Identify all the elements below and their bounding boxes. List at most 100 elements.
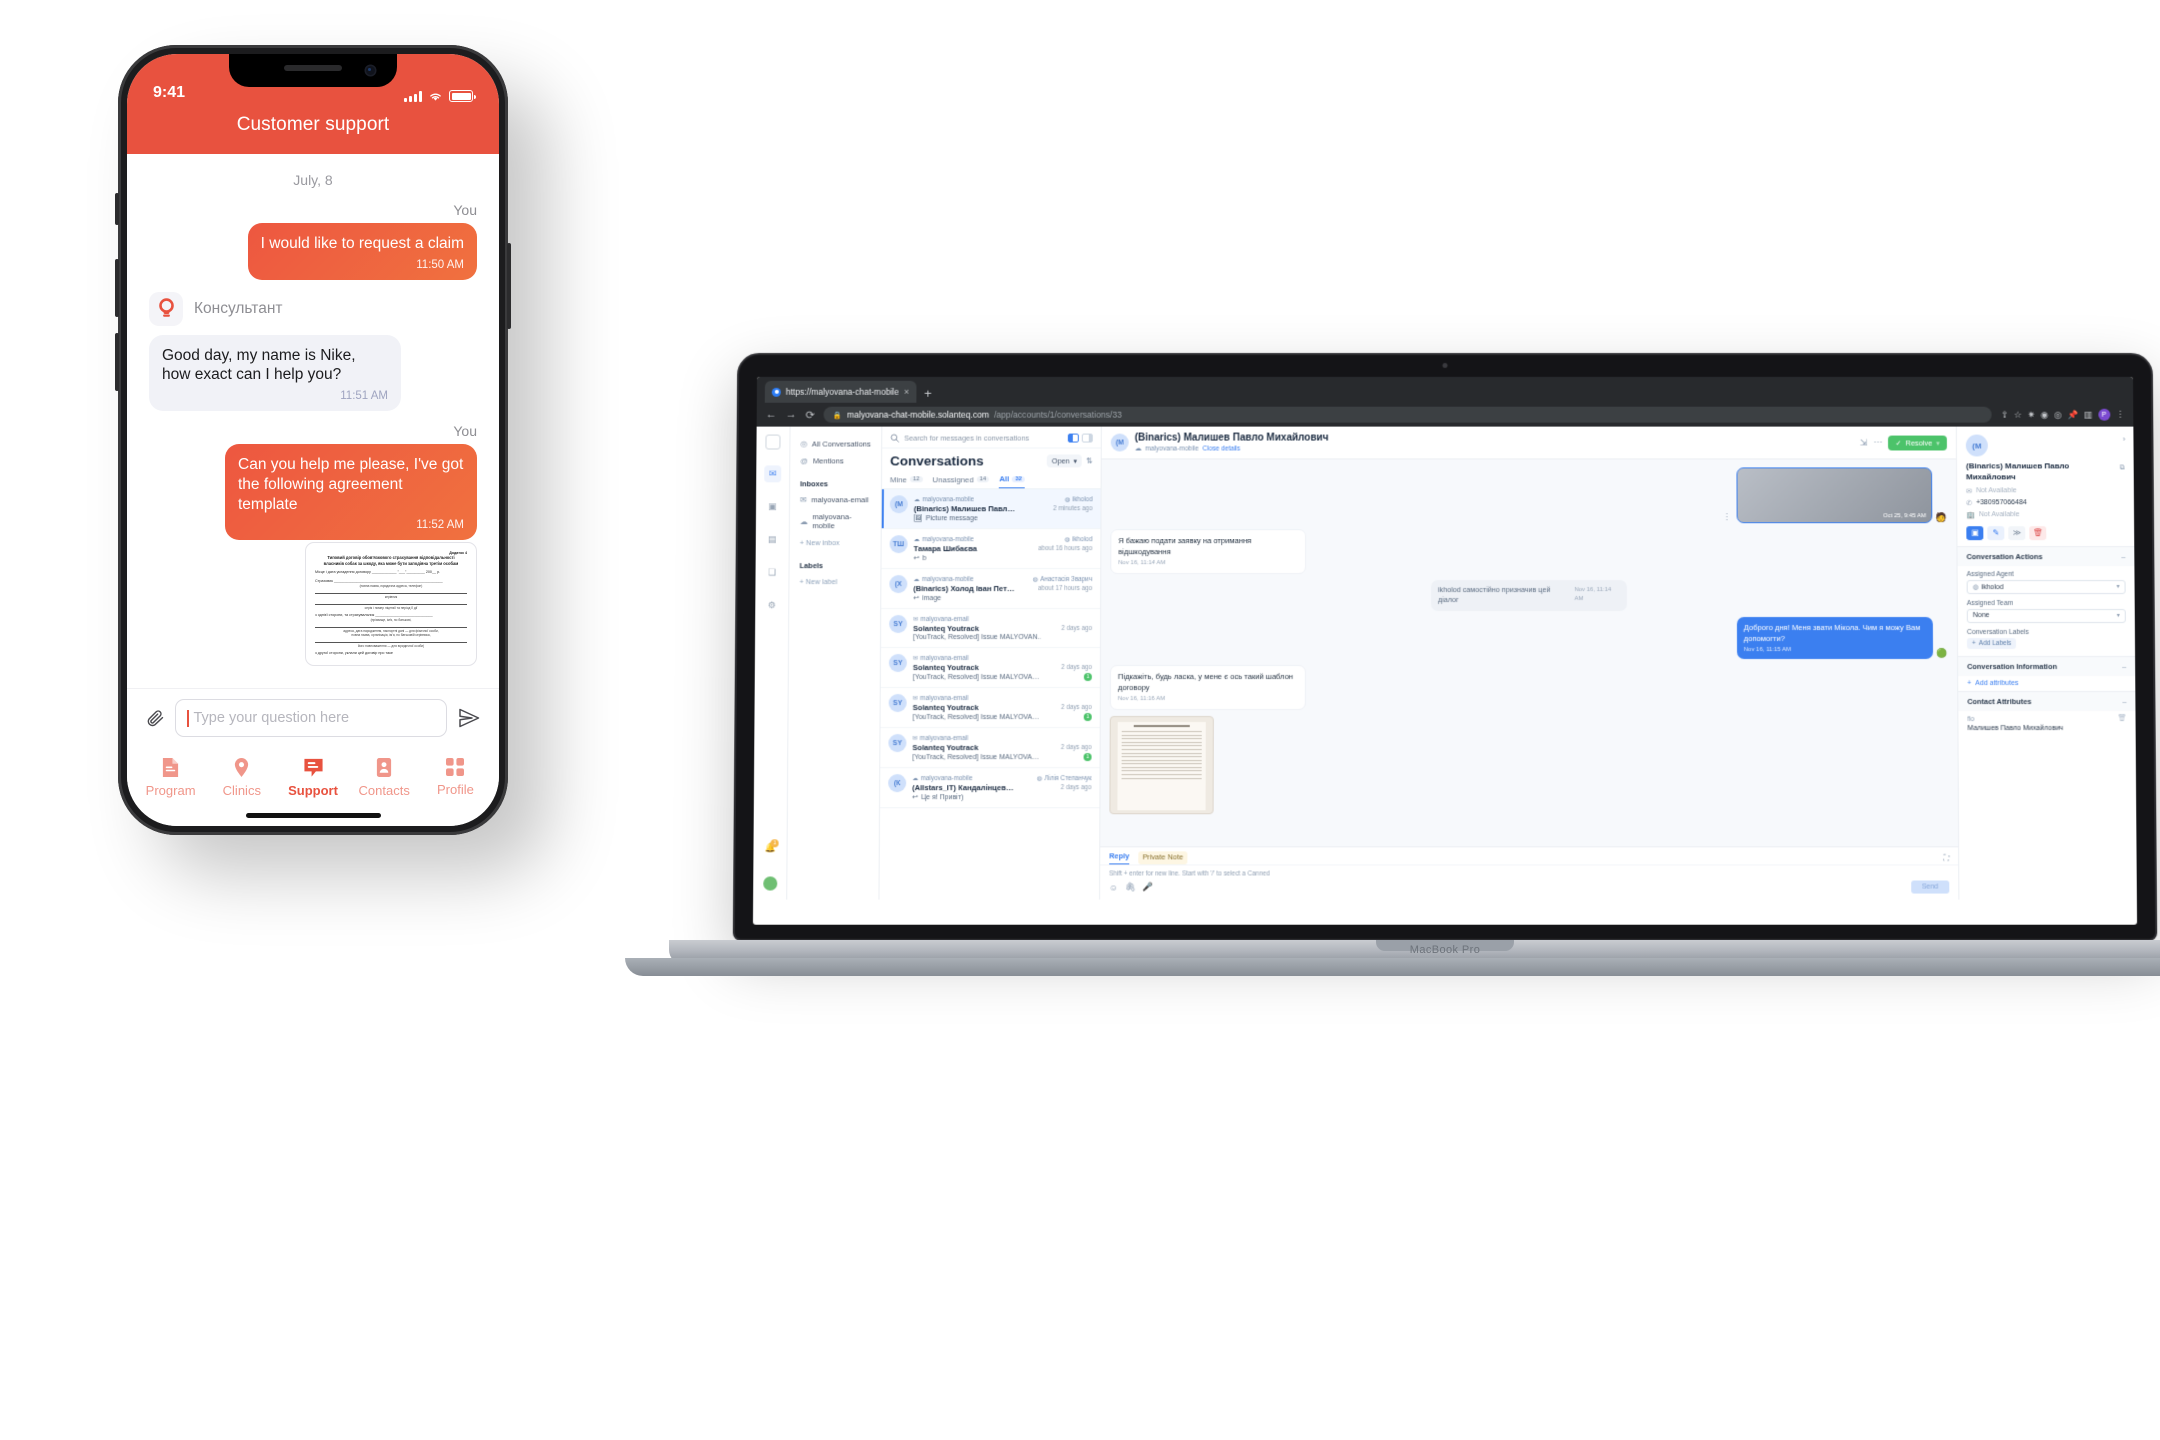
conversation-item-title-row: Solanteq Youtrack 2 days ago: [913, 703, 1092, 712]
assigned-team-select[interactable]: None ▾: [1966, 608, 2126, 623]
add-labels-button[interactable]: + Add Labels: [1966, 637, 2017, 649]
message-menu-icon[interactable]: ⋮: [1722, 512, 1731, 523]
conversation-list-item[interactable]: (К ☁ malyovana-mobile ◍ Лілія Степанчук (Alls…: [880, 768, 1100, 809]
send-button[interactable]: Send: [1910, 880, 1950, 894]
conversation-item-title-row: (Binarics) Малишев Павл… 2 minutes ago: [914, 504, 1093, 513]
message-bubble[interactable]: Доброго дня! Меня звати Мікола. Чим я мо…: [1736, 616, 1933, 660]
bookmark-icon[interactable]: ☆: [2014, 409, 2022, 420]
back-button[interactable]: ←: [766, 409, 777, 421]
notifications-button[interactable]: 🔔 1: [764, 839, 779, 853]
new-inbox-button[interactable]: + New inbox: [798, 534, 873, 551]
chevron-right-icon[interactable]: ›: [2123, 435, 2126, 444]
section-header[interactable]: Conversation Actions –: [1957, 546, 2135, 566]
section-contact-attributes: Contact Attributes – fio Малишев Павло М…: [1958, 690, 2136, 738]
close-icon[interactable]: ×: [904, 387, 909, 397]
message-bubble[interactable]: Підкажіть, будь ласка, у мене є ось таки…: [1109, 665, 1306, 710]
tab-profile[interactable]: Profile: [420, 757, 491, 798]
more-menu-icon[interactable]: ⋮: [2116, 409, 2125, 420]
profile-avatar[interactable]: P: [2097, 408, 2110, 421]
reload-button[interactable]: ⟳: [806, 408, 815, 421]
conversation-list-item[interactable]: ТШ ☁ malyovana-mobile ◍ ikholod Тамара Шибаєв…: [881, 529, 1101, 570]
conversation-list-item[interactable]: SY ✉ malyovana-email Solanteq Youtrack 2 day…: [880, 609, 1101, 648]
section-header[interactable]: Conversation Information –: [1958, 656, 2136, 676]
message-bubble[interactable]: Я бажаю подати заявку на отримання відшк…: [1110, 529, 1307, 574]
rail-reports-icon[interactable]: ▤: [764, 531, 781, 548]
message-input[interactable]: Type your question here: [175, 699, 447, 737]
message-bubble[interactable]: I would like to request a claim 11:50 AM: [247, 223, 477, 280]
paperclip-icon[interactable]: 🖇: [1125, 882, 1136, 893]
sidebar-item-mentions[interactable]: @ Mentions: [798, 452, 873, 469]
layout-full-button[interactable]: [1081, 433, 1093, 443]
share-icon[interactable]: ⇪: [2001, 409, 2008, 420]
resolve-button[interactable]: ✓ Resolve ▾: [1888, 435, 1947, 450]
tab-unassigned[interactable]: Unassigned 14: [932, 475, 990, 488]
rail-settings-icon[interactable]: ⚙: [763, 597, 780, 614]
sort-filter-icon[interactable]: ⇅: [1086, 456, 1093, 465]
conversation-item-body: ✉ malyovana-email Solanteq Youtrack 2 days …: [912, 734, 1092, 762]
state-filter-dropdown[interactable]: Open ▾: [1046, 454, 1083, 468]
sidebar-inbox-malyovana-mobile[interactable]: ☁ malyovana-mobile: [798, 508, 873, 534]
delete-button[interactable]: 🗑: [2029, 525, 2047, 540]
merge-button[interactable]: ≫: [2008, 525, 2026, 540]
message-time: Nov 16, 11:14 AM: [1574, 587, 1612, 603]
close-details-link[interactable]: Close details: [1203, 445, 1241, 452]
tab-support[interactable]: Support: [277, 757, 348, 798]
more-menu-icon[interactable]: ⋯: [1873, 437, 1882, 448]
browser-action-icons: ⇪ ☆ ✷ ◉ ◎ 📌 ▥ P ⋮: [2001, 408, 2125, 421]
emoji-icon[interactable]: ☺: [1109, 882, 1118, 892]
browser-tab[interactable]: https://malyovana-chat-mobile ×: [764, 380, 917, 403]
message-list[interactable]: ⋮ Oct 25, 9:45 AM 🧑 Я бажаю подати заявк…: [1100, 459, 1959, 847]
tab-program[interactable]: Program: [135, 757, 206, 798]
new-tab-button[interactable]: +: [918, 386, 938, 403]
tab-clinics[interactable]: Clinics: [206, 757, 277, 798]
search-input[interactable]: Search for messages in conversations: [904, 434, 1063, 443]
external-link-icon[interactable]: ⧉: [2120, 463, 2125, 472]
search-row: Search for messages in conversations: [882, 426, 1101, 449]
document-attachment[interactable]: Додаток 4 Типовий договір обов'язкового …: [305, 542, 477, 666]
scan-line: [1121, 763, 1202, 765]
tab-search-icon[interactable]: ◎: [2054, 409, 2061, 420]
image-message[interactable]: Oct 25, 9:45 AM: [1736, 467, 1933, 524]
section-header[interactable]: Contact Attributes –: [1958, 691, 2136, 711]
mute-icon[interactable]: ⇲: [1860, 437, 1868, 448]
delete-icon[interactable]: 🗑: [2118, 714, 2127, 722]
rail-conversations-icon[interactable]: ✉: [764, 465, 782, 483]
sidebar-item-all-conversations[interactable]: ◎ All Conversations: [798, 436, 873, 453]
sidebar-inbox-malyovana-email[interactable]: ✉ malyovana-email: [798, 491, 873, 508]
conversation-item-body: ✉ malyovana-email Solanteq Youtrack 2 days …: [913, 694, 1092, 722]
pin-icon[interactable]: 📌: [2067, 409, 2078, 420]
message-button[interactable]: ▣: [1966, 525, 1984, 540]
tab-contacts[interactable]: Contacts: [349, 757, 420, 798]
edit-button[interactable]: ✎: [1987, 525, 2005, 540]
address-bar[interactable]: 🔒 malyovana-chat-mobile.solanteq.com /ap…: [823, 406, 1992, 423]
expand-icon[interactable]: ⛶: [1943, 853, 1949, 863]
tab-all[interactable]: All 32: [999, 474, 1025, 489]
conversation-list-item[interactable]: SY ✉ malyovana-email Solanteq Youtrack 2 day…: [880, 688, 1100, 729]
message-bubble[interactable]: Good day, my name is Nike, how exact can…: [149, 334, 401, 411]
conversation-list[interactable]: (M ☁ malyovana-mobile ◍ ikholod (Binarics) Ма…: [879, 489, 1101, 899]
conversation-list-item[interactable]: SY ✉ malyovana-email Solanteq Youtrack 2 day…: [880, 728, 1100, 769]
rail-campaigns-icon[interactable]: ❏: [763, 564, 780, 581]
add-attributes-button[interactable]: + Add attributes: [1958, 676, 2135, 691]
conversation-list-item[interactable]: (M ☁ malyovana-mobile ◍ ikholod (Binarics) Ма…: [881, 489, 1101, 530]
send-icon[interactable]: [457, 706, 481, 730]
conversation-time: 2 days ago: [1060, 784, 1092, 792]
paperclip-icon[interactable]: [145, 708, 165, 728]
forward-button[interactable]: →: [786, 409, 797, 421]
user-avatar[interactable]: [762, 876, 777, 891]
tab-reply[interactable]: Reply: [1109, 851, 1130, 865]
extensions-icon[interactable]: ✷: [2027, 409, 2034, 420]
assigned-agent-select[interactable]: ◍ ikholod ▾: [1966, 579, 2126, 594]
microphone-icon[interactable]: 🎤: [1143, 882, 1154, 893]
scanned-document-attachment[interactable]: [1109, 715, 1214, 815]
tab-private-note[interactable]: Private Note: [1138, 851, 1188, 865]
conversation-list-item[interactable]: (X ☁ malyovana-mobile ◍ Анастасія Зварич (Bin…: [881, 569, 1101, 610]
tab-mine[interactable]: Mine 12: [890, 475, 923, 488]
account-circle-icon[interactable]: ◉: [2041, 409, 2048, 420]
rail-contacts-icon[interactable]: ▣: [764, 498, 781, 515]
message-bubble[interactable]: Can you help me please, I've got the fol…: [225, 443, 477, 541]
sidepanel-icon[interactable]: ▥: [2084, 409, 2092, 420]
new-label-button[interactable]: + New label: [797, 573, 872, 590]
layout-split-button[interactable]: [1067, 433, 1079, 443]
conversation-list-item[interactable]: SY ✉ malyovana-email Solanteq Youtrack 2 day…: [880, 647, 1100, 689]
